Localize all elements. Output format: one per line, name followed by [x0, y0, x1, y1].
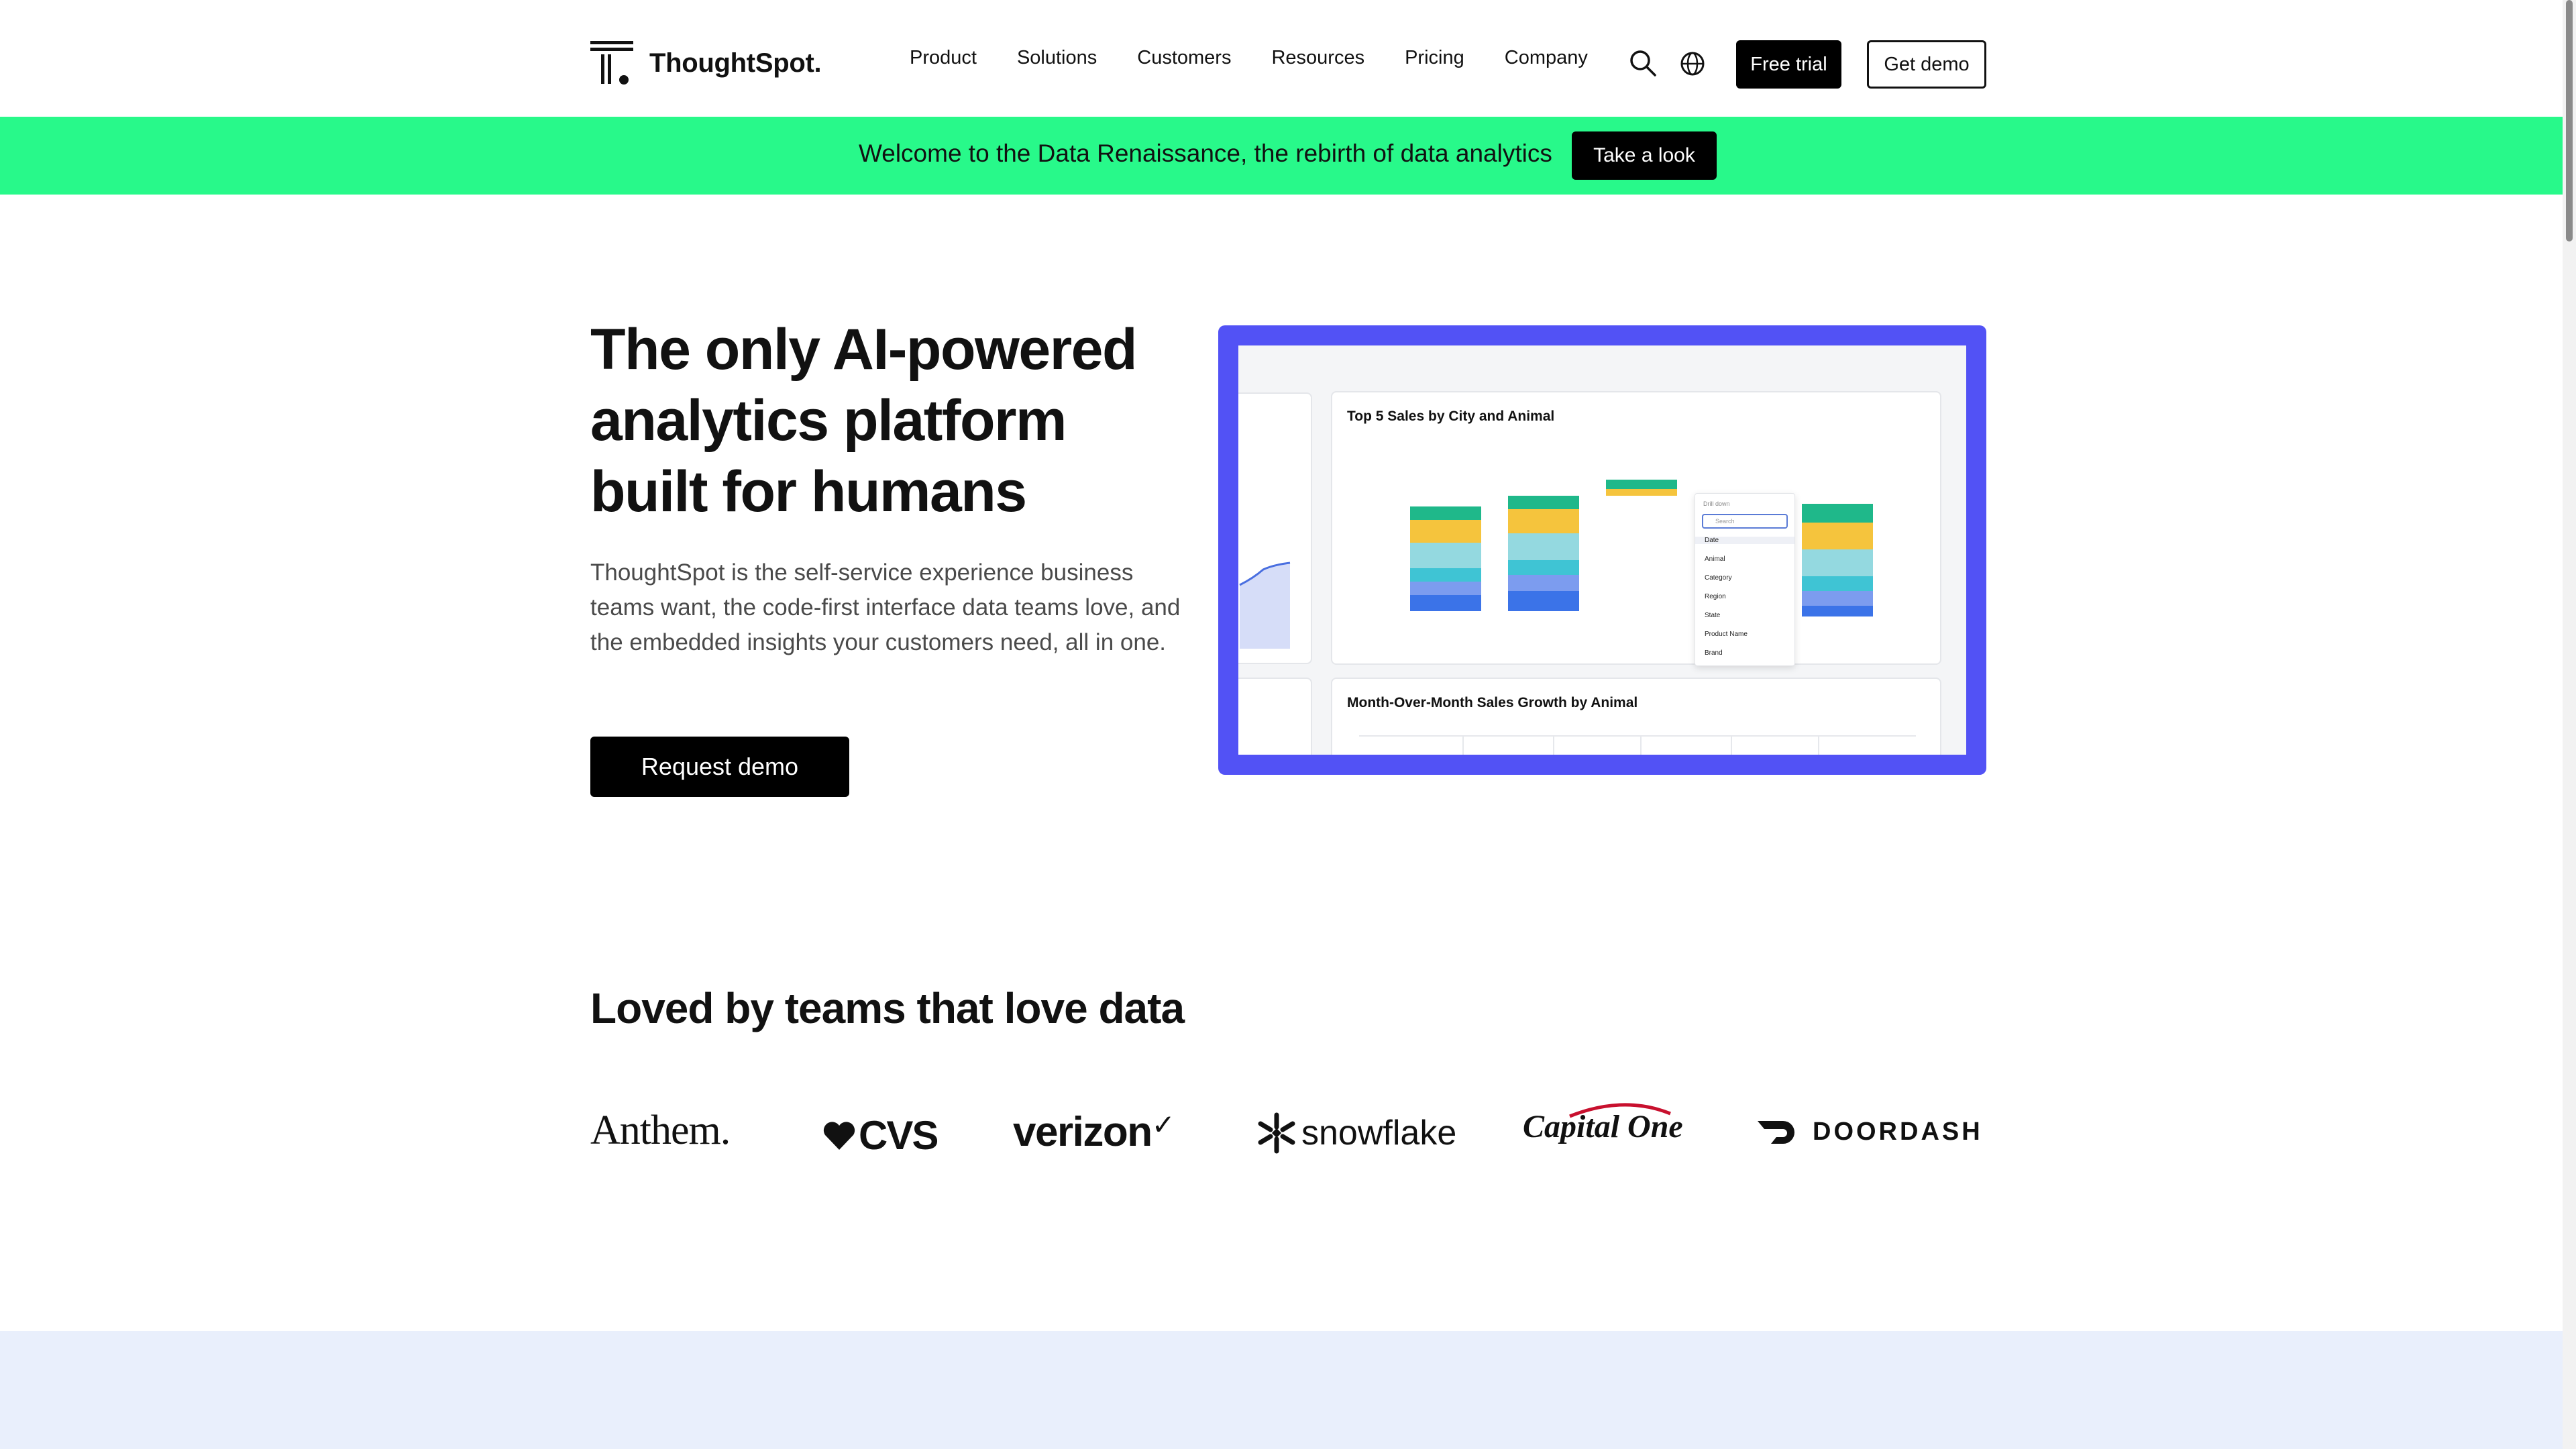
- page-scrollbar[interactable]: [2563, 0, 2576, 1449]
- bar-2-segment-2: [1508, 509, 1579, 533]
- verizon-logo-text: verizon: [1013, 1109, 1152, 1155]
- next-section-band: [0, 1331, 2563, 1449]
- bar-5-segment-6: [1802, 606, 1873, 616]
- bar-1-segment-1: [1410, 506, 1481, 520]
- scrollbar-thumb[interactable]: [2566, 0, 2573, 241]
- line-chart: [1239, 561, 1291, 649]
- hero-description: ThoughtSpot is the self-service experien…: [590, 559, 1181, 655]
- drill-down-menu[interactable]: Drill down Search Date Animal Category R…: [1695, 493, 1795, 666]
- preview-dashboard: Top 5 Sales by City and Animal Drill dow…: [1238, 345, 1966, 755]
- cvs-logo: CVS: [822, 1112, 938, 1159]
- snowflake-logo-text: snowflake: [1301, 1114, 1457, 1152]
- bar-1-segment-5: [1410, 582, 1481, 595]
- bar-1-segment-6: [1410, 595, 1481, 611]
- search-icon[interactable]: [1629, 49, 1657, 77]
- site-header: ThoughtSpot. Product Solutions Customers…: [0, 0, 2563, 117]
- banner-text: Welcome to the Data Renaissance, the reb…: [859, 140, 1552, 167]
- request-demo-button[interactable]: Request demo: [590, 737, 849, 797]
- partial-line-chart-card: [1238, 392, 1312, 664]
- main-nav: Product Solutions Customers Resources Pr…: [910, 47, 1588, 69]
- bar-5-segment-1: [1802, 504, 1873, 523]
- nav-solutions[interactable]: Solutions: [1017, 47, 1097, 69]
- take-a-look-button[interactable]: Take a look: [1572, 131, 1717, 180]
- bar-2-segment-6: [1508, 591, 1579, 611]
- hero-title-line-2: analytics platform: [590, 388, 1067, 453]
- nav-customers[interactable]: Customers: [1137, 47, 1231, 69]
- drill-item-animal[interactable]: Animal: [1705, 555, 1725, 563]
- bar-5-segment-2: [1802, 523, 1873, 549]
- nav-resources[interactable]: Resources: [1271, 47, 1364, 69]
- nav-product[interactable]: Product: [910, 47, 977, 69]
- bar-3-segment-2: [1606, 489, 1677, 496]
- bar-2-segment-3: [1508, 533, 1579, 560]
- mom-growth-card: Month-Over-Month Sales Growth by Animal: [1331, 678, 1941, 755]
- snowflake-icon: [1258, 1112, 1295, 1154]
- partial-card-bottom: [1238, 678, 1312, 755]
- bar-2-segment-1: [1508, 496, 1579, 509]
- bar-5-segment-4: [1802, 576, 1873, 591]
- bar-1-segment-4: [1410, 568, 1481, 582]
- thoughtspot-logo-icon: [590, 41, 633, 85]
- drill-down-search[interactable]: Search: [1702, 514, 1788, 529]
- product-preview: Top 5 Sales by City and Animal Drill dow…: [1218, 325, 1986, 775]
- doordash-logo: DOORDASH: [1756, 1118, 1983, 1146]
- capital-one-logo: Capital One: [1523, 1103, 1683, 1145]
- bar-2-segment-4: [1508, 560, 1579, 575]
- bar-1-segment-2: [1410, 520, 1481, 543]
- checkmark-icon: ✓: [1151, 1109, 1175, 1140]
- top-sales-title: Top 5 Sales by City and Animal: [1347, 409, 1555, 424]
- doordash-logo-text: DOORDASH: [1813, 1118, 1983, 1146]
- hero-title: The only AI-powered analytics platform b…: [590, 314, 1194, 527]
- swoosh-icon: [1569, 1103, 1671, 1118]
- bar-1-segment-3: [1410, 543, 1481, 568]
- drill-down-header: Drill down: [1703, 500, 1730, 507]
- cvs-logo-text: CVS: [859, 1113, 938, 1158]
- bar-2-segment-5: [1508, 575, 1579, 591]
- anthem-logo: Anthem.: [590, 1108, 731, 1153]
- globe-icon[interactable]: [1680, 51, 1705, 76]
- mom-grid: [1359, 735, 1916, 755]
- hero-title-line-1: The only AI-powered: [590, 317, 1138, 382]
- drill-item-category[interactable]: Category: [1705, 574, 1732, 582]
- brand-name: ThoughtSpot.: [649, 48, 822, 78]
- bar-5-segment-3: [1802, 549, 1873, 576]
- nav-company[interactable]: Company: [1505, 47, 1588, 69]
- drill-item-region[interactable]: Region: [1705, 593, 1726, 600]
- drill-item-product-name[interactable]: Product Name: [1705, 631, 1748, 638]
- hero-title-line-3: built for humans: [590, 460, 1027, 524]
- thoughtspot-logo[interactable]: ThoughtSpot.: [590, 41, 822, 85]
- top-sales-card: Top 5 Sales by City and Animal Drill dow…: [1331, 391, 1941, 666]
- bar-3-segment-1: [1606, 480, 1677, 489]
- nav-pricing[interactable]: Pricing: [1405, 47, 1464, 69]
- logos-section-title: Loved by teams that love data: [590, 984, 1185, 1032]
- drill-item-date[interactable]: Date: [1695, 537, 1794, 544]
- announcement-banner: Welcome to the Data Renaissance, the reb…: [0, 117, 2563, 195]
- doordash-icon: [1758, 1120, 1794, 1144]
- get-demo-button[interactable]: Get demo: [1867, 40, 1986, 89]
- bar-5-segment-5: [1802, 591, 1873, 606]
- drill-item-state[interactable]: State: [1705, 612, 1720, 619]
- free-trial-button[interactable]: Free trial: [1736, 40, 1841, 89]
- snowflake-logo: snowflake: [1256, 1112, 1456, 1154]
- heart-icon: [823, 1121, 855, 1150]
- drill-item-brand[interactable]: Brand: [1705, 649, 1723, 657]
- verizon-logo: verizon✓: [1013, 1108, 1175, 1156]
